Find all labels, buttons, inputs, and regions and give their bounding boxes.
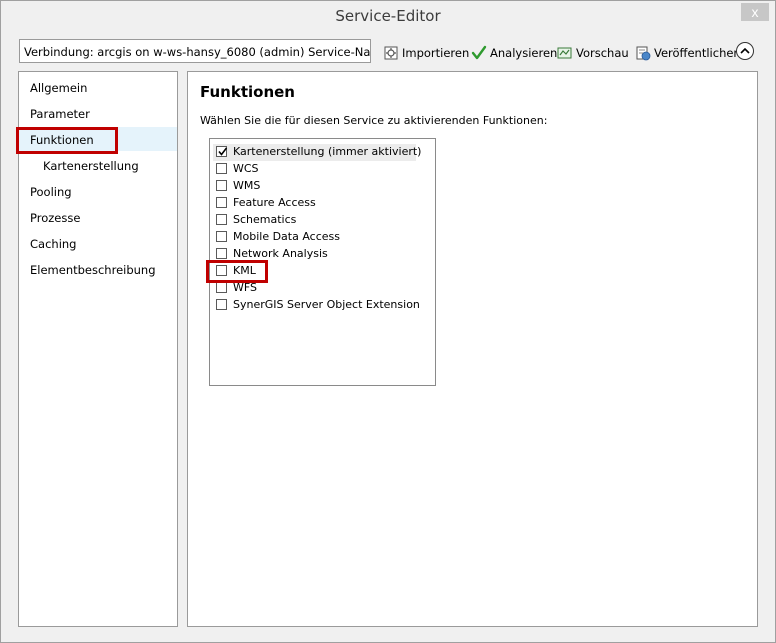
close-button[interactable]: x xyxy=(741,3,769,21)
list-item-label: Network Analysis xyxy=(233,247,328,260)
list-item[interactable]: Mobile Data Access xyxy=(213,229,416,246)
list-item[interactable]: WMS xyxy=(213,178,416,195)
sidebar: Allgemein Parameter Funktionen Karteners… xyxy=(18,71,178,627)
import-button[interactable]: Importieren xyxy=(383,43,469,63)
preview-button-label: Vorschau xyxy=(576,46,629,60)
sidebar-item-parameter[interactable]: Parameter xyxy=(30,107,90,121)
preview-button[interactable]: Vorschau xyxy=(557,43,629,63)
import-button-label: Importieren xyxy=(402,46,470,60)
publish-icon xyxy=(635,45,651,61)
collapse-button[interactable] xyxy=(736,42,754,60)
publish-button-label: Veröffentlichen xyxy=(654,46,741,60)
sidebar-item-caching[interactable]: Caching xyxy=(30,237,76,251)
sidebar-item-prozesse[interactable]: Prozesse xyxy=(30,211,80,225)
preview-icon xyxy=(557,45,573,61)
checkbox-wfs[interactable] xyxy=(216,282,227,293)
publish-button[interactable]: Veröffentlichen xyxy=(635,43,741,63)
list-item[interactable]: WCS xyxy=(213,161,416,178)
checkbox-schematics[interactable] xyxy=(216,214,227,225)
sidebar-item-elementbeschreibung[interactable]: Elementbeschreibung xyxy=(30,263,156,277)
checkmark-icon xyxy=(218,147,228,156)
checkbox-synergis-soe[interactable] xyxy=(216,299,227,310)
page-title: Funktionen xyxy=(200,83,295,101)
connection-field[interactable]: Verbindung: arcgis on w-ws-hansy_6080 (a… xyxy=(19,39,371,63)
checkbox-feature-access[interactable] xyxy=(216,197,227,208)
import-icon xyxy=(383,45,399,61)
instruction-text: Wählen Sie die für diesen Service zu akt… xyxy=(200,114,548,127)
list-item-label: Kartenerstellung (immer aktiviert) xyxy=(233,145,422,158)
service-editor-window: Service-Editor x Verbindung: arcgis on w… xyxy=(0,0,776,643)
list-item[interactable]: Feature Access xyxy=(213,195,416,212)
sidebar-item-pooling[interactable]: Pooling xyxy=(30,185,72,199)
checkbox-wms[interactable] xyxy=(216,180,227,191)
toolbar: Verbindung: arcgis on w-ws-hansy_6080 (a… xyxy=(1,35,775,69)
highlight-box-funktionen xyxy=(16,127,118,154)
window-title: Service-Editor xyxy=(335,7,441,25)
list-item-label: SynerGIS Server Object Extension xyxy=(233,298,420,311)
title-bar: Service-Editor x xyxy=(1,1,775,32)
analyze-button[interactable]: Analysieren xyxy=(471,43,557,63)
list-item-label: WMS xyxy=(233,179,261,192)
chevron-up-icon xyxy=(740,47,750,54)
list-item-label: Mobile Data Access xyxy=(233,230,340,243)
list-item-label: Schematics xyxy=(233,213,297,226)
main-panel: Funktionen Wählen Sie die für diesen Ser… xyxy=(187,71,758,627)
list-item-label: Feature Access xyxy=(233,196,316,209)
highlight-box-kml xyxy=(206,260,268,283)
analyze-button-label: Analysieren xyxy=(490,46,558,60)
checkmark-icon xyxy=(471,45,487,61)
list-item-label: WCS xyxy=(233,162,259,175)
list-item[interactable]: Schematics xyxy=(213,212,416,229)
checkbox-kartenerstellung[interactable] xyxy=(216,146,228,157)
list-item[interactable]: Kartenerstellung (immer aktiviert) xyxy=(213,144,421,161)
sidebar-item-kartenerstellung[interactable]: Kartenerstellung xyxy=(43,159,139,173)
list-item[interactable]: SynerGIS Server Object Extension xyxy=(213,297,420,314)
sidebar-item-allgemein[interactable]: Allgemein xyxy=(30,81,87,95)
checkbox-network-analysis[interactable] xyxy=(216,248,227,259)
checkbox-wcs[interactable] xyxy=(216,163,227,174)
checkbox-mobile-data-access[interactable] xyxy=(216,231,227,242)
